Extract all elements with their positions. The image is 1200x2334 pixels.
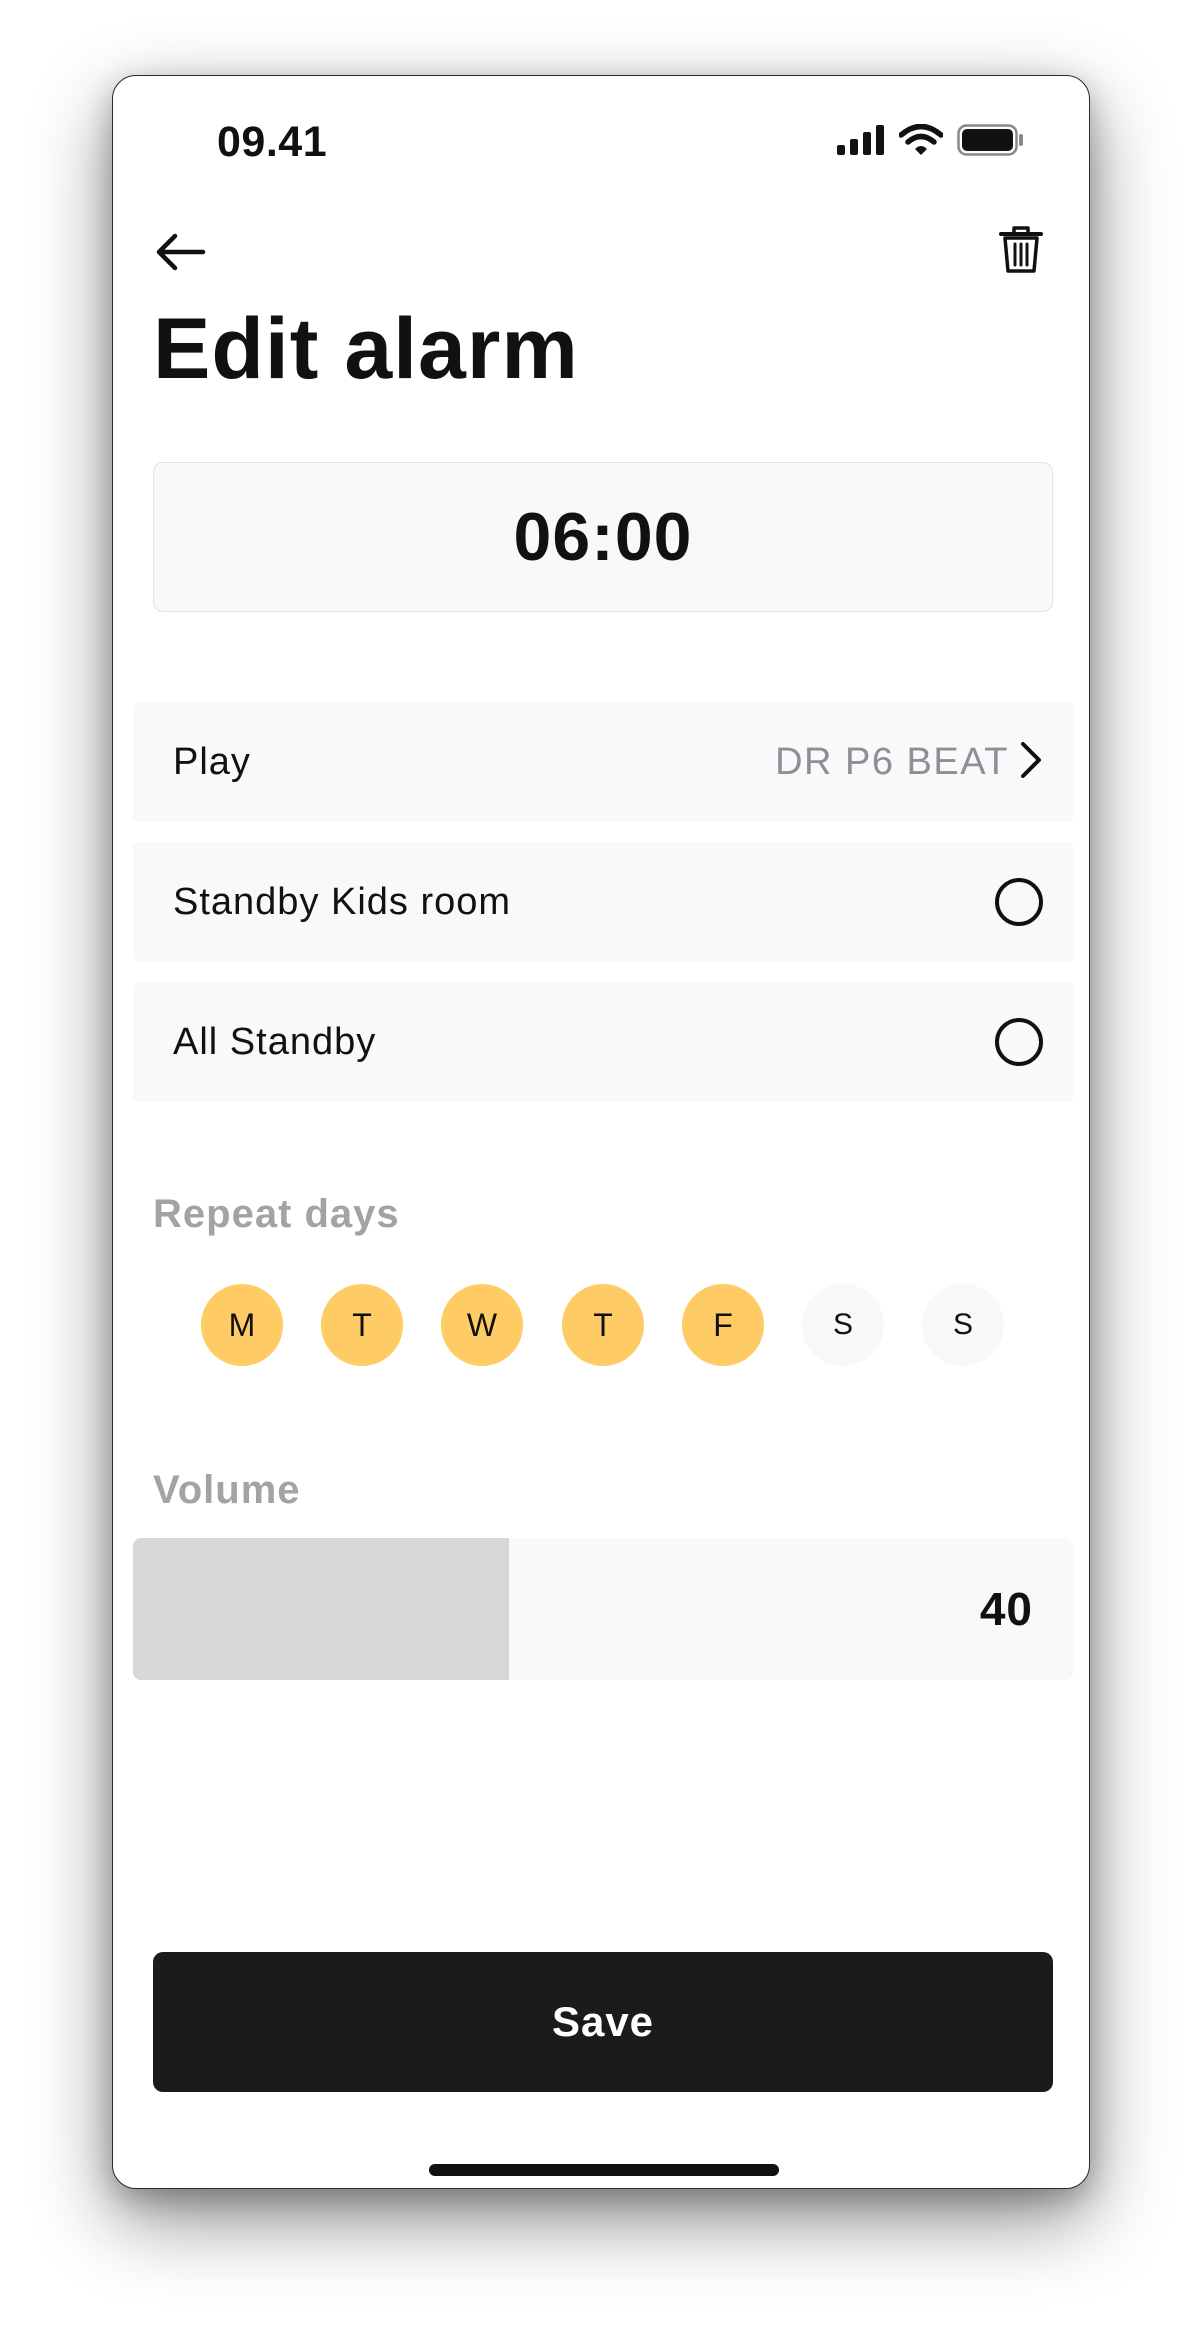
volume-label: Volume [153, 1468, 301, 1512]
repeat-days-selector: M T W T F S S [201, 1284, 1027, 1366]
standby-kids-room-label: Standby Kids room [173, 880, 512, 923]
save-button[interactable]: Save [153, 1952, 1053, 2092]
alarm-time-picker[interactable]: 06:00 [153, 462, 1053, 612]
day-toggle-monday[interactable]: M [201, 1284, 283, 1366]
delete-alarm-button[interactable] [989, 220, 1053, 284]
standby-kids-room-row[interactable]: Standby Kids room [133, 842, 1073, 962]
back-button[interactable] [149, 222, 213, 286]
trash-icon [999, 225, 1043, 279]
arrow-left-icon [155, 232, 207, 277]
all-standby-row[interactable]: All Standby [133, 982, 1073, 1102]
day-toggle-saturday[interactable]: S [802, 1284, 884, 1366]
day-toggle-friday[interactable]: F [682, 1284, 764, 1366]
all-standby-label: All Standby [173, 1020, 377, 1063]
alarm-time-value: 06:00 [513, 499, 693, 575]
repeat-days-label: Repeat days [153, 1192, 400, 1236]
phone-frame: 09.41 Edit alarm 06:00 Play DR P6 BEAT S… [112, 75, 1090, 2189]
day-toggle-thursday[interactable]: T [562, 1284, 644, 1366]
volume-value: 40 [979, 1583, 1033, 1635]
wifi-icon [898, 123, 944, 161]
day-toggle-sunday[interactable]: S [922, 1284, 1004, 1366]
status-time: 09.41 [217, 118, 328, 166]
volume-slider[interactable]: 40 [133, 1538, 1073, 1680]
battery-icon [957, 123, 1025, 161]
standby-kids-room-radio[interactable] [995, 878, 1043, 926]
volume-slider-fill [133, 1538, 509, 1680]
all-standby-radio[interactable] [995, 1018, 1043, 1066]
day-toggle-tuesday[interactable]: T [321, 1284, 403, 1366]
play-source-value: DR P6 BEAT [775, 740, 1009, 783]
day-toggle-wednesday[interactable]: W [441, 1284, 523, 1366]
cellular-signal-icon [837, 124, 885, 160]
play-source-row[interactable]: Play DR P6 BEAT [133, 702, 1073, 822]
screen-background: 09.41 Edit alarm 06:00 Play DR P6 BEAT S… [0, 0, 1200, 2334]
home-indicator [429, 2164, 779, 2176]
status-icons [837, 122, 1025, 162]
page-title: Edit alarm [153, 301, 579, 397]
play-label: Play [173, 740, 251, 783]
chevron-right-icon [1019, 741, 1043, 784]
